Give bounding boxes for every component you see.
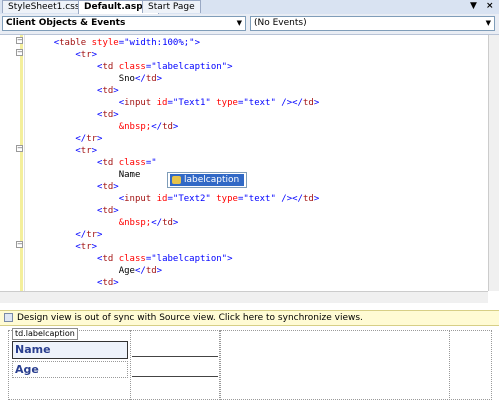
chevron-down-icon[interactable]: ▼ xyxy=(486,17,491,30)
table-column xyxy=(220,330,450,400)
collapse-icon[interactable]: − xyxy=(16,37,23,44)
sync-icon xyxy=(4,313,13,322)
intellisense-item-label: labelcaption xyxy=(184,175,240,185)
code-line: <td class="labelcaption"> xyxy=(97,62,233,72)
code-line: <td> xyxy=(97,278,119,288)
design-textbox[interactable] xyxy=(132,364,218,377)
events-combo[interactable]: (No Events) ▼ xyxy=(250,16,495,31)
design-cell-name[interactable]: Name xyxy=(12,341,128,359)
code-line: <tr> xyxy=(75,242,98,252)
collapse-icon[interactable]: − xyxy=(16,145,23,152)
code-line: <td class="labelcaption"> xyxy=(97,254,233,264)
tag-selector[interactable]: td.labelcaption xyxy=(12,328,78,340)
navigation-bar: Client Objects & Events ▼ (No Events) ▼ xyxy=(0,14,499,35)
code-line: Sno</td> xyxy=(118,74,163,84)
code-line: Age</td> xyxy=(118,266,163,276)
combo-value: Client Objects & Events xyxy=(6,18,126,28)
collapse-icon[interactable]: − xyxy=(16,49,23,56)
design-textbox[interactable] xyxy=(132,344,218,357)
tab-stylesheet1[interactable]: StyleSheet1.css xyxy=(2,0,86,13)
design-cell-age[interactable]: Age xyxy=(12,361,128,378)
document-tab-strip: StyleSheet1.css Default.aspx* Start Page… xyxy=(0,0,499,15)
code-line: &nbsp;</td> xyxy=(118,122,179,132)
code-line: <tr> xyxy=(75,146,98,156)
client-objects-combo[interactable]: Client Objects & Events ▼ xyxy=(2,16,246,31)
intellisense-popup[interactable]: labelcaption xyxy=(167,172,247,188)
code-line: <input id="Text2" type="text" /></td> xyxy=(118,194,320,204)
property-icon xyxy=(172,176,181,184)
code-line: <td> xyxy=(97,86,119,96)
tab-label: StyleSheet1.css xyxy=(8,2,80,12)
code-line: &nbsp;</td> xyxy=(118,218,179,228)
sync-warning-bar[interactable]: Design view is out of sync with Source v… xyxy=(0,310,499,326)
tab-label: Start Page xyxy=(148,2,195,12)
design-cell-label: Name xyxy=(15,343,51,356)
design-cell-label: Age xyxy=(15,363,39,376)
code-line: <td class=" xyxy=(97,158,157,168)
change-indicator-bar xyxy=(20,35,23,291)
code-line: </tr> xyxy=(75,230,103,240)
sync-message[interactable]: Design view is out of sync with Source v… xyxy=(17,311,363,325)
intellisense-item[interactable]: labelcaption xyxy=(170,174,244,186)
source-code-editor[interactable]: − − − − <table style="width:100%;"> <tr>… xyxy=(0,35,488,291)
code-line: </tr> xyxy=(75,134,103,144)
tab-dropdown-icon[interactable]: ▼ xyxy=(470,0,477,13)
code-line: <td> xyxy=(97,182,119,192)
code-line: <table style="width:100%;"> xyxy=(53,38,200,48)
horizontal-scrollbar[interactable] xyxy=(0,291,488,303)
design-view[interactable]: td.labelcaption Name Age xyxy=(0,326,499,402)
tab-start-page[interactable]: Start Page xyxy=(142,0,201,13)
collapse-icon[interactable]: − xyxy=(16,241,23,248)
code-line: Name xyxy=(118,170,141,180)
code-line: <input id="Text1" type="text" /></td> xyxy=(118,98,320,108)
code-line: <td> xyxy=(97,206,119,216)
close-icon[interactable]: × xyxy=(486,0,494,13)
code-line: <td> xyxy=(97,110,119,120)
vertical-scrollbar[interactable] xyxy=(488,35,499,291)
code-line: <tr> xyxy=(75,50,98,60)
chevron-down-icon[interactable]: ▼ xyxy=(237,17,242,30)
combo-value: (No Events) xyxy=(254,18,307,28)
